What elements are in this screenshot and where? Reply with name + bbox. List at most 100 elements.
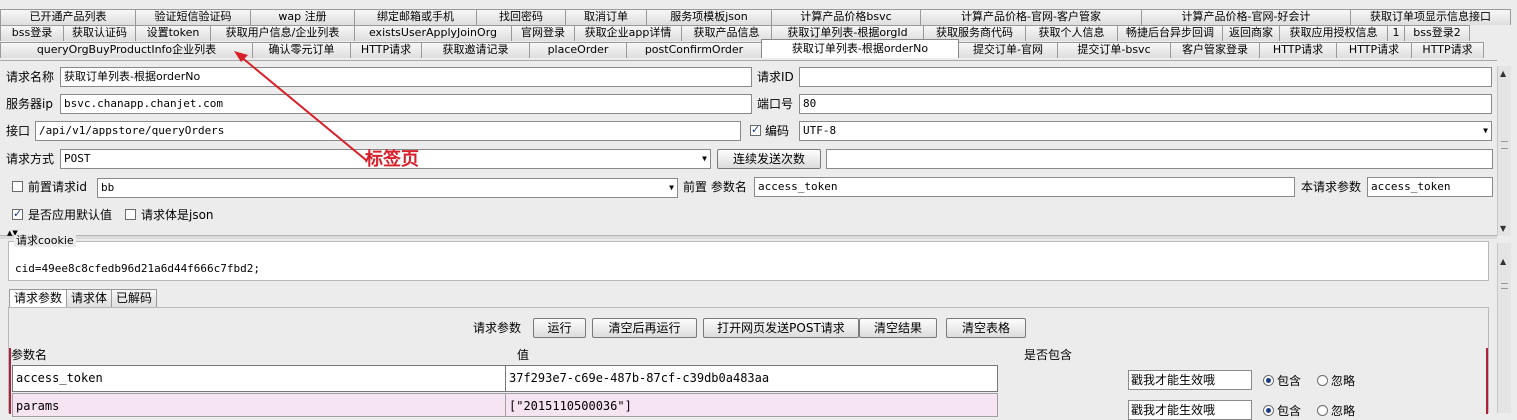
- tab-order-item-info[interactable]: 获取订单项显示信息接口: [1350, 9, 1511, 25]
- use-default-checkbox[interactable]: [12, 207, 23, 220]
- tab-personal-info[interactable]: 获取个人信息: [1025, 25, 1118, 41]
- params-scrollbar[interactable]: ▲: [1497, 243, 1511, 413]
- tab-http-request-3[interactable]: HTTP请求: [1336, 42, 1412, 58]
- scroll-grip-icon[interactable]: [1501, 141, 1508, 149]
- tab-row-2: bss登录 获取认证码 设置token 获取用户信息/企业列表 existsUs…: [0, 25, 1470, 41]
- tab-async-callback[interactable]: 畅捷后台异步回调: [1117, 25, 1223, 41]
- request-name-input[interactable]: 获取订单列表-根据orderNo: [60, 67, 752, 87]
- ignore-radio[interactable]: [1317, 375, 1328, 386]
- pre-request-checkbox[interactable]: [12, 181, 23, 192]
- tab-set-token[interactable]: 设置token: [135, 25, 211, 41]
- server-ip-input[interactable]: bsvc.chanapp.chanjet.com: [60, 94, 752, 114]
- table-row-name[interactable]: access_token: [12, 365, 507, 392]
- tab-submit-order-bsvc[interactable]: 提交订单-bsvc: [1057, 42, 1171, 58]
- tab-place-order[interactable]: placeOrder: [529, 42, 627, 58]
- cookie-box: 请求cookie cid=49ee8c8cfedb96d21a6d44f666c…: [8, 235, 1489, 281]
- table-row-name[interactable]: params: [12, 393, 507, 417]
- tab-row-1: 已开通产品列表 验证短信验证码 wap 注册 绑定邮箱或手机 找回密码 取消订单…: [0, 9, 1511, 25]
- encoding-label: 编码: [765, 124, 790, 138]
- clear-table-button[interactable]: 清空表格: [946, 318, 1026, 338]
- tab-user-info[interactable]: 获取用户信息/企业列表: [210, 25, 355, 41]
- request-id-label: 请求ID: [757, 70, 794, 84]
- tab-service-template[interactable]: 服务项模板json: [646, 9, 772, 25]
- use-default-label: 是否应用默认值: [28, 208, 113, 222]
- params-panel: 请求参数 运行 清空后再运行 打开网页发送POST请求 清空结果 清空表格 参数…: [8, 307, 1489, 420]
- scroll-grip-icon[interactable]: [1501, 283, 1508, 289]
- tab-product-info[interactable]: 获取产品信息: [681, 25, 772, 41]
- tab-verify-sms[interactable]: 验证短信验证码: [135, 9, 251, 25]
- tab-calc-price-accounting[interactable]: 计算产品价格-官网-好会计: [1141, 9, 1351, 25]
- clear-run-button[interactable]: 清空后再运行: [592, 318, 697, 338]
- pre-param-input[interactable]: access_token: [754, 177, 1295, 197]
- param-subtabs: 请求参数 请求体 已解码: [9, 289, 158, 307]
- tab-invite-records[interactable]: 获取邀请记录: [421, 42, 530, 58]
- subtab-request-body[interactable]: 请求体: [66, 289, 113, 307]
- cookie-legend: 请求cookie: [14, 234, 76, 247]
- tab-bss-login-2[interactable]: bss登录2: [1404, 25, 1470, 41]
- request-id-input[interactable]: [799, 67, 1492, 87]
- tab-http-request-1[interactable]: HTTP请求: [350, 42, 422, 58]
- tab-app-authorization[interactable]: 获取应用授权信息: [1279, 25, 1388, 41]
- header-value: 值: [517, 348, 530, 362]
- scroll-down-icon[interactable]: ▼: [1500, 224, 1506, 233]
- send-count-input[interactable]: [826, 149, 1493, 169]
- params-table: 参数名 值 是否包含 access_token 37f293e7-c69e-48…: [9, 348, 1488, 420]
- tab-row-3: queryOrgBuyProductInfo企业列表 确认零元订单 HTTP请求…: [0, 39, 1484, 58]
- splitter[interactable]: [0, 235, 1497, 239]
- tab-find-password[interactable]: 找回密码: [476, 9, 566, 25]
- tab-calc-price-crm[interactable]: 计算产品价格-官网-客户管家: [920, 9, 1142, 25]
- include-radio[interactable]: [1263, 375, 1274, 386]
- include-label: 包含: [1277, 404, 1302, 418]
- include-radio[interactable]: [1263, 405, 1274, 416]
- tab-enterprise-app[interactable]: 获取企业app详情: [574, 25, 682, 41]
- port-input[interactable]: 80: [799, 94, 1492, 114]
- run-button[interactable]: 运行: [533, 318, 586, 338]
- tab-1[interactable]: 1: [1387, 25, 1405, 41]
- tab-query-org-buy[interactable]: queryOrgBuyProductInfo企业列表: [0, 42, 253, 58]
- this-param-input[interactable]: access_token: [1367, 177, 1493, 197]
- tab-http-request-4[interactable]: HTTP请求: [1411, 42, 1484, 58]
- server-ip-label: 服务器ip: [6, 97, 53, 111]
- tab-wap-register[interactable]: wap 注册: [250, 9, 355, 25]
- send-count-button[interactable]: 连续发送次数: [717, 149, 821, 169]
- tab-get-auth-code[interactable]: 获取认证码: [63, 25, 136, 41]
- pre-request-select[interactable]: bb: [97, 178, 678, 198]
- method-label: 请求方式: [6, 152, 55, 166]
- scroll-up-icon[interactable]: ▲: [1500, 257, 1506, 266]
- ignore-radio[interactable]: [1317, 405, 1328, 416]
- tab-calc-price-bsvc[interactable]: 计算产品价格bsvc: [771, 9, 921, 25]
- table-row-hint[interactable]: 戳我才能生效哦: [1128, 370, 1252, 390]
- table-row-value[interactable]: 37f293e7-c69e-487b-87cf-c39db0a483aa: [505, 365, 998, 392]
- cookie-input[interactable]: cid=49ee8c8cfedb96d21a6d44f666c7fbd2;: [15, 262, 260, 276]
- toolbar-label: 请求参数: [473, 321, 522, 335]
- port-label: 端口号: [757, 97, 794, 111]
- subtab-request-params[interactable]: 请求参数: [9, 289, 68, 307]
- path-input[interactable]: /api/v1/appstore/queryOrders: [35, 121, 741, 141]
- json-body-checkbox[interactable]: [125, 209, 136, 220]
- table-row-hint[interactable]: 戳我才能生效哦: [1128, 400, 1252, 420]
- tab-crm-login[interactable]: 客户管家登录: [1170, 42, 1260, 58]
- tab-exists-user-apply[interactable]: existsUserApplyJoinOrg: [354, 25, 512, 41]
- tab-website-login[interactable]: 官网登录: [511, 25, 575, 41]
- form-scrollbar[interactable]: ▲ ▼: [1497, 66, 1511, 236]
- header-include: 是否包含: [1024, 348, 1073, 362]
- ignore-label: 忽略: [1331, 374, 1356, 388]
- open-post-button[interactable]: 打开网页发送POST请求: [703, 318, 859, 338]
- clear-result-button[interactable]: 清空结果: [859, 318, 937, 338]
- tab-opened-products[interactable]: 已开通产品列表: [0, 9, 136, 25]
- tab-confirm-zero-order[interactable]: 确认零元订单: [252, 42, 351, 58]
- include-label: 包含: [1277, 374, 1302, 388]
- scroll-up-icon[interactable]: ▲: [1500, 69, 1506, 78]
- tab-orders-by-orderno[interactable]: 获取订单列表-根据orderNo: [761, 39, 959, 58]
- subtab-decoded[interactable]: 已解码: [111, 289, 158, 307]
- encoding-select[interactable]: UTF-8: [799, 121, 1492, 141]
- tab-http-request-2[interactable]: HTTP请求: [1259, 42, 1337, 58]
- tab-submit-order-website[interactable]: 提交订单-官网: [958, 42, 1058, 58]
- tab-cancel-order[interactable]: 取消订单: [565, 9, 647, 25]
- tab-bind-email[interactable]: 绑定邮箱或手机: [354, 9, 477, 25]
- table-row-value[interactable]: ["2015110500036"]: [505, 393, 998, 417]
- tab-return-merchant[interactable]: 返回商家: [1222, 25, 1280, 41]
- tab-bss-login[interactable]: bss登录: [0, 25, 64, 41]
- tab-post-confirm-order[interactable]: postConfirmOrder: [626, 42, 762, 58]
- encoding-checkbox[interactable]: [750, 123, 761, 136]
